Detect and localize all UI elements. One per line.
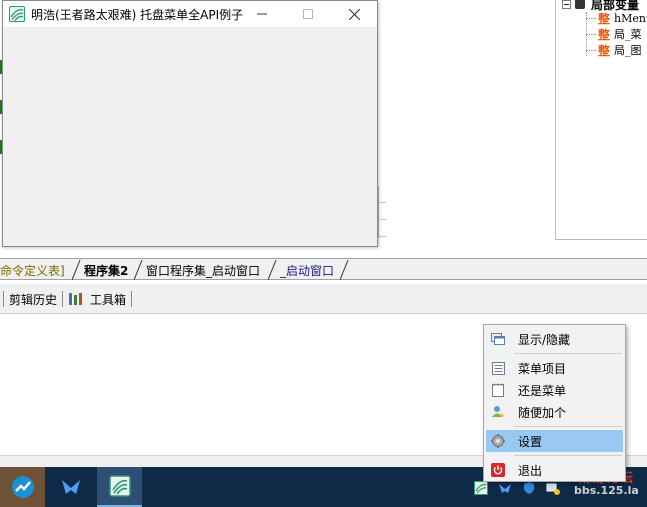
menu-item-menu-items[interactable]: 菜单项目: [486, 357, 623, 379]
menu-separator: [514, 455, 622, 456]
clipboard-history-label: 剪辑历史: [9, 292, 58, 307]
editor-tab-bar: 命令定义表] 程序集2 窗口程序集_启动窗口 _启动窗口: [0, 258, 647, 280]
menu-item-random-add[interactable]: 随便加个: [486, 401, 623, 423]
tray-context-menu: 显示/隐藏 菜单项目 还是菜单 随便加个 设置 退出: [483, 324, 626, 482]
window-client-area: [3, 27, 377, 246]
variable-tree-panel: − 局部变量 整 hMenu 整 局_菜 整 局_图: [555, 0, 647, 240]
gear-icon: [490, 433, 506, 449]
tab-window-program-set[interactable]: 窗口程序集_启动窗口: [146, 261, 260, 279]
tab-divider: [340, 259, 349, 280]
window-titlebar[interactable]: 明浩(王者路太艰难) 托盘菜单全API例子: [3, 1, 377, 27]
menu-separator: [514, 426, 622, 427]
maximize-button[interactable]: [285, 1, 331, 27]
tree-item-label: hMenu: [614, 11, 647, 25]
window-icon: [490, 331, 506, 347]
clipboard-history-tab[interactable]: 剪辑历史: [9, 291, 57, 307]
menu-separator: [514, 353, 622, 354]
toolbox-label: 工具箱: [90, 292, 127, 307]
menu-item-label: 退出: [518, 463, 543, 478]
minimize-button[interactable]: [239, 1, 285, 27]
tab-divider: [268, 259, 277, 280]
network-icon[interactable]: [545, 480, 561, 496]
bottom-toolbar: 剪辑历史 工具箱: [0, 284, 647, 314]
power-icon: [490, 462, 506, 478]
toolbox-icon: [69, 293, 82, 305]
menu-item-label: 菜单项目: [518, 361, 567, 376]
toolbar-separator: [62, 291, 63, 307]
close-button[interactable]: [331, 1, 377, 27]
menu-item-settings[interactable]: 设置: [486, 430, 623, 452]
tree-item[interactable]: 整 hMenu: [586, 10, 647, 26]
tab-program-set-2[interactable]: 程序集2: [84, 261, 128, 279]
toolbar-separator: [3, 291, 4, 307]
taskbar-app-feishu[interactable]: [48, 467, 93, 507]
shield-icon[interactable]: [521, 480, 537, 496]
maximize-icon: [303, 9, 313, 19]
tab-label: _启动窗口: [280, 263, 335, 278]
tab-label: 命令定义表]: [0, 263, 65, 278]
bird-app-icon: [61, 480, 80, 494]
taskbar-app-easylang[interactable]: [97, 467, 142, 507]
menu-item-exit[interactable]: 退出: [486, 459, 623, 481]
int-type-icon: 整: [598, 11, 611, 26]
toolbar-separator: [131, 291, 132, 307]
taskbar-app-chart[interactable]: [0, 467, 45, 507]
easy-language-icon: [108, 475, 131, 497]
notepad-icon: [490, 382, 506, 398]
easy-language-app-icon: [9, 6, 25, 22]
tab-label: 程序集2: [84, 263, 129, 278]
chart-app-icon: [11, 476, 34, 498]
list-icon: [490, 360, 506, 376]
tree-item[interactable]: 整 局_菜: [586, 26, 642, 42]
tree-item[interactable]: 整 局_图: [586, 42, 642, 58]
table-grid-edge: [378, 186, 386, 238]
int-type-icon: 整: [598, 43, 611, 58]
tab-divider: [72, 259, 81, 280]
tab-divider: [134, 259, 143, 280]
menu-item-label: 显示/隐藏: [518, 332, 571, 347]
menu-item-show-hide[interactable]: 显示/隐藏: [486, 328, 623, 350]
tab-startup-window[interactable]: _启动窗口: [280, 261, 334, 279]
folder-icon: [575, 0, 585, 9]
easylang-tray-icon[interactable]: [473, 480, 489, 496]
feishu-tray-icon[interactable]: [497, 480, 513, 496]
tree-item-label: 局_图: [614, 44, 642, 57]
tree-item-label: 局_菜: [614, 28, 642, 41]
menu-item-still-menu[interactable]: 还是菜单: [486, 379, 623, 401]
tab-label: 窗口程序集_启动窗口: [146, 263, 261, 278]
app-window[interactable]: 明浩(王者路太艰难) 托盘菜单全API例子: [2, 0, 378, 247]
menu-item-label: 还是菜单: [518, 383, 567, 398]
tab-command-table[interactable]: 命令定义表]: [0, 261, 65, 279]
int-type-icon: 整: [598, 27, 611, 42]
minimize-icon: [257, 13, 267, 15]
menu-item-label: 设置: [518, 434, 543, 449]
window-title: 明浩(王者路太艰难) 托盘菜单全API例子: [31, 7, 244, 22]
user-icon: [490, 404, 506, 420]
menu-item-label: 随便加个: [518, 405, 567, 420]
close-icon: [348, 8, 360, 20]
toolbox-tab[interactable]: 工具箱: [68, 291, 126, 307]
collapse-icon[interactable]: −: [562, 0, 571, 9]
